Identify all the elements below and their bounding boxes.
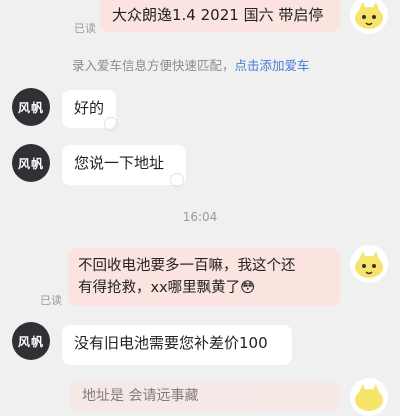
message-price-diff[interactable]: 没有旧电池需要您补差价100 [62,325,292,365]
merchant-avatar[interactable]: 风帆 [12,322,50,360]
avatar-label: 风帆 [17,100,44,115]
add-car-link[interactable]: 点击添加爱车 [235,58,310,73]
message-text: 没有旧电池需要您补差价100 [74,334,268,352]
message-line: 不回收电池要多一百嘛，我这个还 [78,258,296,274]
message-car-info[interactable]: 大众朗逸1.4 2021 国六 带启停 [100,0,340,32]
read-stamp-icon [170,173,184,187]
message-text: 大众朗逸1.4 2021 国六 带启停 [112,6,324,24]
message-text: 好的 [74,99,105,117]
message-ask-address[interactable]: 您说一下地址 [62,145,186,185]
self-avatar-icon[interactable] [350,245,388,283]
message-line: 有得抢救，xx哪里飘黄了😳 [78,280,256,296]
read-receipt: 已读 [40,294,62,307]
message-text: 您说一下地址 [74,154,165,172]
tip-text: 录入爱车信息方便快速匹配， [72,58,235,73]
read-stamp-icon [104,117,118,131]
self-avatar-icon[interactable] [350,378,388,416]
merchant-avatar[interactable]: 风帆 [12,144,50,182]
add-car-tip: 录入爱车信息方便快速匹配，点击添加爱车 [72,55,310,74]
timestamp: 16:04 [182,210,218,224]
avatar-label: 风帆 [17,156,44,171]
self-avatar-icon[interactable] [350,0,388,34]
merchant-avatar[interactable]: 风帆 [12,88,50,126]
message-text: 地址是 会请远事藏 [82,388,199,404]
avatar-label: 风帆 [17,334,44,349]
message-partial[interactable]: 地址是 会请远事藏 [70,382,340,412]
read-receipt: 已读 [74,22,96,35]
message-battery[interactable]: 不回收电池要多一百嘛，我这个还 有得抢救，xx哪里飘黄了😳 [68,248,340,306]
